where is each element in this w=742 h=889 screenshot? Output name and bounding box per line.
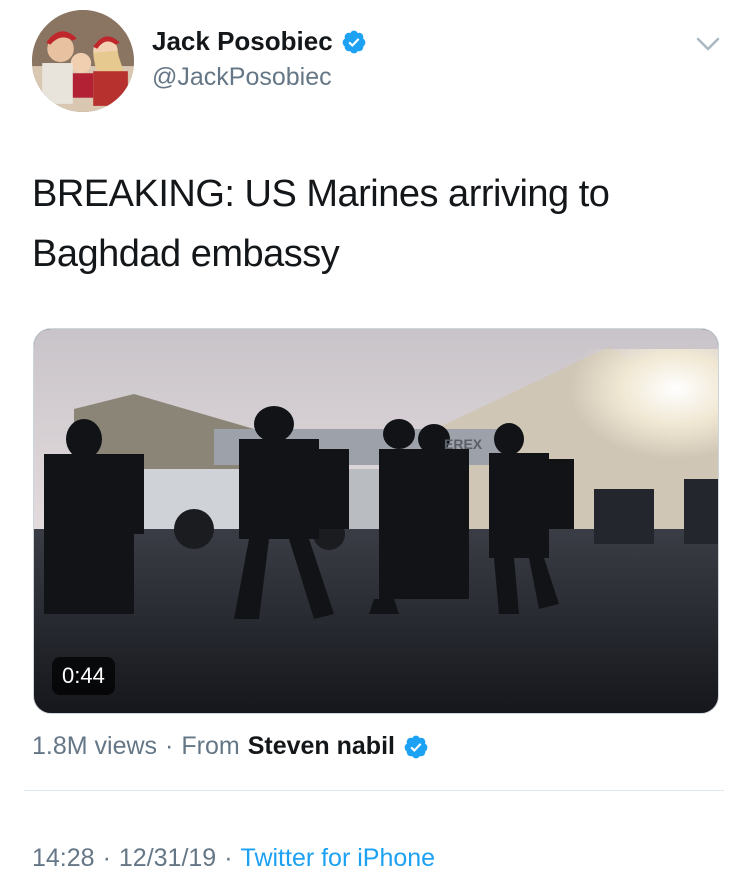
- tweet-footer: 14:28 · 12/31/19 · Twitter for iPhone: [32, 844, 435, 873]
- video-duration: 0:44: [52, 657, 115, 695]
- avatar-photo: [32, 10, 134, 112]
- footer-separator: ·: [102, 844, 111, 872]
- video-player[interactable]: EREX 0:44: [33, 328, 719, 714]
- chevron-down-icon[interactable]: [695, 34, 721, 54]
- view-count: 1.8M views: [32, 732, 158, 760]
- footer-separator: ·: [224, 844, 233, 872]
- meta-separator: ·: [165, 732, 174, 760]
- tweet-source-link[interactable]: Twitter for iPhone: [241, 844, 436, 873]
- video-thumbnail: EREX: [34, 329, 718, 713]
- author-name[interactable]: Jack Posobiec: [152, 26, 333, 57]
- tweet-date: 12/31/19: [118, 844, 217, 872]
- video-meta: 1.8M views · From Steven nabil: [32, 732, 429, 761]
- verified-badge-icon: [404, 735, 428, 758]
- avatar[interactable]: [32, 10, 134, 112]
- verified-badge-icon: [342, 30, 366, 53]
- divider: [24, 790, 724, 791]
- from-label: From: [181, 732, 240, 760]
- author-row: Jack Posobiec: [152, 26, 367, 57]
- from-user-name[interactable]: Steven nabil: [248, 732, 395, 761]
- tweet-time: 14:28: [32, 844, 95, 872]
- video-watermark: EREX: [444, 436, 483, 452]
- author-handle[interactable]: @JackPosobiec: [152, 63, 332, 92]
- tweet-text: BREAKING: US Marines arriving to Baghdad…: [32, 173, 610, 275]
